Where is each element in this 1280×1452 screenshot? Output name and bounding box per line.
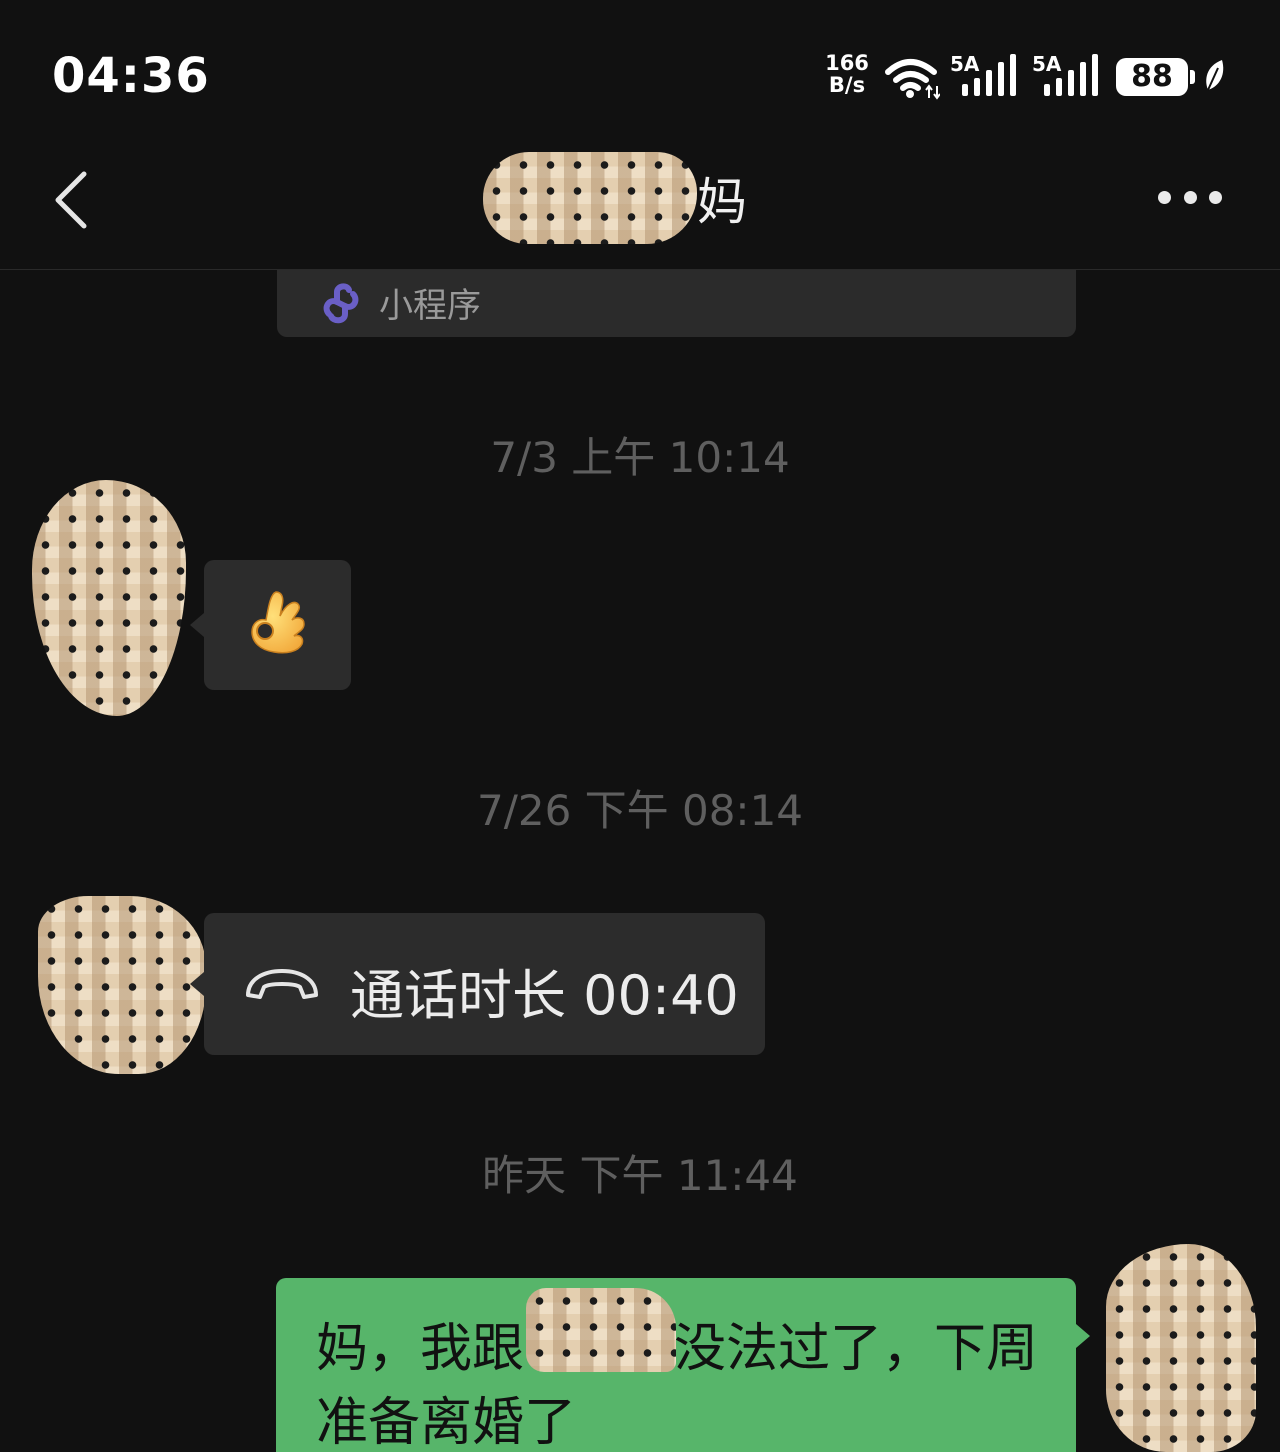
phone-hangup-icon [246,969,318,999]
timestamp: 昨天 下午 11:44 [482,1151,798,1200]
contact-avatar[interactable] [38,896,206,1074]
incoming-message-bubble[interactable] [190,560,351,690]
mini-program-card[interactable]: 小程序 [277,270,1076,337]
signal-bars-icon [962,54,1016,96]
network-speed-unit: B/s [828,73,866,97]
ok-hand-emoji-icon [251,591,305,654]
battery-indicator: 88 [1116,58,1188,96]
network-speed-value: 166 [825,51,869,75]
mini-program-label: 小程序 [379,286,481,326]
wifi-icon [885,59,940,100]
battery-cap [1190,70,1195,84]
status-time: 04:36 [52,48,210,104]
more-icon-dot [1209,190,1222,204]
timestamp: 7/26 下午 08:14 [476,786,804,835]
outgoing-message-bubble[interactable]: 妈，我跟 没法过了，下周 准备离婚了 [276,1278,1090,1452]
more-icon-dot [1158,190,1171,204]
more-options-button[interactable] [1150,182,1230,212]
more-icon-dot [1183,190,1197,204]
signal-bars-icon [1044,54,1098,96]
chat-title-text: 妈 [697,173,747,231]
message-line-1: 妈，我跟 没法过了，下周 [316,1319,1039,1379]
timestamp: 7/3 上午 10:14 [490,433,790,482]
contact-avatar[interactable] [32,480,186,716]
battery-level: 88 [1131,59,1173,94]
power-saving-leaf-icon [1206,60,1224,91]
mini-program-icon [323,283,359,324]
call-record-bubble[interactable]: 通话时长 00:40 [190,913,765,1055]
chat-header: 妈 [0,140,1280,270]
status-bar: 04:36 166 B/s 5A 5A 88 [0,0,1280,140]
message-text: 妈，我跟 没法过了，下周 准备离婚了 [316,1312,1056,1452]
redacted-name [483,152,697,244]
chat-title: 妈 [0,152,1230,244]
call-duration-text: 通话时长 00:40 [350,964,739,1027]
message-line-2: 准备离婚了 [316,1393,577,1452]
my-avatar[interactable] [1106,1244,1256,1452]
redacted-name [526,1288,676,1372]
network-speed: 166 B/s [822,52,872,96]
